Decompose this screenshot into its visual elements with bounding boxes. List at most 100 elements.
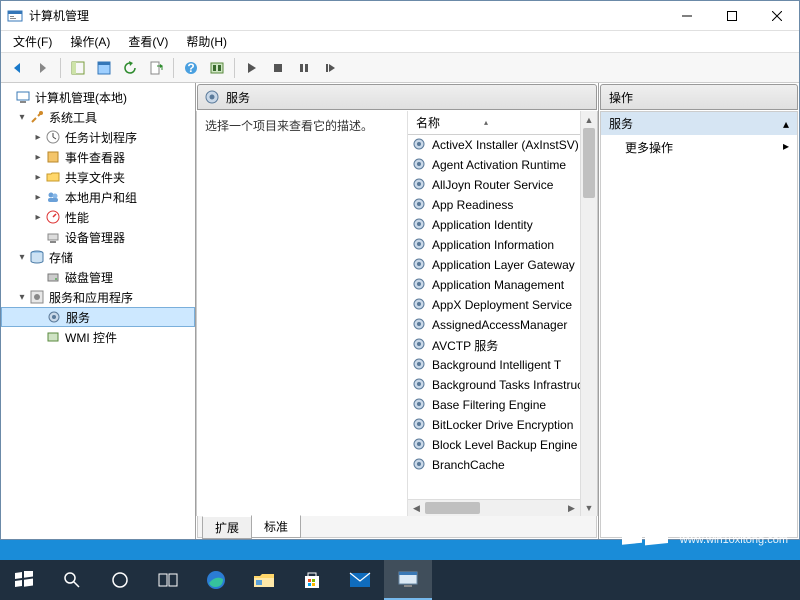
- refresh-button[interactable]: [118, 56, 142, 80]
- service-row[interactable]: Background Intelligent T: [408, 355, 580, 375]
- service-name: AssignedAccessManager: [432, 318, 567, 332]
- vertical-scrollbar[interactable]: ▲ ▼: [580, 111, 597, 516]
- chevron-right-icon[interactable]: ▸: [31, 152, 45, 163]
- column-name[interactable]: 名称 ▴: [408, 114, 496, 131]
- tree-root[interactable]: 计算机管理(本地): [1, 87, 195, 107]
- service-row[interactable]: AppX Deployment Service: [408, 295, 580, 315]
- tree-group-system-tools[interactable]: ▾ 系统工具: [1, 107, 195, 127]
- taskbar-explorer[interactable]: [240, 560, 288, 600]
- gear-icon: [412, 437, 428, 453]
- menu-view[interactable]: 查看(V): [120, 31, 176, 52]
- menu-file[interactable]: 文件(F): [5, 31, 60, 52]
- show-hide-tree-button[interactable]: [66, 56, 90, 80]
- tree-label: 存储: [49, 249, 73, 266]
- tree-item-local-users[interactable]: ▸本地用户和组: [1, 187, 195, 207]
- chevron-down-icon[interactable]: ▾: [15, 112, 29, 123]
- service-row[interactable]: AssignedAccessManager: [408, 315, 580, 335]
- app-window: 计算机管理 文件(F) 操作(A) 查看(V) 帮助(H) ?: [0, 0, 800, 540]
- taskbar-mail[interactable]: [336, 560, 384, 600]
- scroll-down-icon[interactable]: ▼: [581, 499, 597, 516]
- chevron-down-icon[interactable]: ▾: [15, 292, 29, 303]
- scroll-thumb[interactable]: [425, 502, 480, 514]
- start-menu-button[interactable]: [0, 560, 48, 600]
- tree-group-storage[interactable]: ▾ 存储: [1, 247, 195, 267]
- tab-standard[interactable]: 标准: [251, 515, 301, 538]
- console-button[interactable]: [205, 56, 229, 80]
- window-title: 计算机管理: [29, 7, 664, 24]
- action-more[interactable]: 更多操作 ▸: [601, 135, 797, 160]
- taskbar-mmc[interactable]: [384, 560, 432, 600]
- service-row[interactable]: BranchCache: [408, 455, 580, 475]
- list-body[interactable]: ActiveX Installer (AxInstSV)Agent Activa…: [408, 135, 580, 499]
- gear-icon: [412, 357, 428, 373]
- service-row[interactable]: Application Information: [408, 235, 580, 255]
- chevron-right-icon[interactable]: ▸: [31, 132, 45, 143]
- tab-extended[interactable]: 扩展: [202, 516, 252, 539]
- clock-icon: [45, 129, 61, 145]
- horizontal-scrollbar[interactable]: ◀ ▶: [408, 499, 580, 516]
- taskbar-store[interactable]: [288, 560, 336, 600]
- tree-item-task-scheduler[interactable]: ▸任务计划程序: [1, 127, 195, 147]
- taskbar-edge[interactable]: [192, 560, 240, 600]
- service-row[interactable]: App Readiness: [408, 195, 580, 215]
- service-row[interactable]: AVCTP 服务: [408, 335, 580, 355]
- scroll-track[interactable]: [425, 500, 563, 516]
- stop-button[interactable]: [266, 56, 290, 80]
- service-name: Base Filtering Engine: [432, 398, 546, 412]
- help-button[interactable]: ?: [179, 56, 203, 80]
- start-button[interactable]: [240, 56, 264, 80]
- back-button[interactable]: [5, 56, 29, 80]
- close-button[interactable]: [754, 1, 799, 31]
- search-button[interactable]: [48, 560, 96, 600]
- tree-item-event-viewer[interactable]: ▸事件查看器: [1, 147, 195, 167]
- restart-button[interactable]: [318, 56, 342, 80]
- service-row[interactable]: Background Tasks Infrastructure: [408, 375, 580, 395]
- chevron-right-icon[interactable]: ▸: [31, 172, 45, 183]
- tree-item-wmi[interactable]: WMI 控件: [1, 327, 195, 347]
- tree-item-performance[interactable]: ▸性能: [1, 207, 195, 227]
- service-row[interactable]: Application Management: [408, 275, 580, 295]
- service-list-inner: 名称 ▴ ActiveX Installer (AxInstSV)Agent A…: [408, 111, 580, 516]
- service-row[interactable]: BitLocker Drive Encryption: [408, 415, 580, 435]
- service-row[interactable]: Agent Activation Runtime: [408, 155, 580, 175]
- pause-button[interactable]: [292, 56, 316, 80]
- cortana-button[interactable]: [96, 560, 144, 600]
- service-row[interactable]: ActiveX Installer (AxInstSV): [408, 135, 580, 155]
- body: 计算机管理(本地) ▾ 系统工具 ▸任务计划程序 ▸事件查看器 ▸共享文件夹 ▸…: [1, 83, 799, 539]
- task-view-button[interactable]: [144, 560, 192, 600]
- tree-pane[interactable]: 计算机管理(本地) ▾ 系统工具 ▸任务计划程序 ▸事件查看器 ▸共享文件夹 ▸…: [1, 83, 196, 539]
- actions-section-label: 服务: [609, 115, 633, 132]
- export-button[interactable]: [144, 56, 168, 80]
- chevron-right-icon[interactable]: ▸: [31, 212, 45, 223]
- service-name: App Readiness: [432, 198, 513, 212]
- chevron-down-icon[interactable]: ▾: [15, 252, 29, 263]
- menubar: 文件(F) 操作(A) 查看(V) 帮助(H): [1, 31, 799, 53]
- folder-icon: [45, 169, 61, 185]
- tree-group-services-apps[interactable]: ▾ 服务和应用程序: [1, 287, 195, 307]
- tree-item-services[interactable]: 服务: [1, 307, 195, 327]
- scroll-thumb[interactable]: [583, 128, 595, 198]
- service-row[interactable]: Application Layer Gateway: [408, 255, 580, 275]
- actions-section[interactable]: 服务 ▴: [601, 112, 797, 135]
- tree-item-shared-folders[interactable]: ▸共享文件夹: [1, 167, 195, 187]
- forward-button[interactable]: [31, 56, 55, 80]
- maximize-button[interactable]: [709, 1, 754, 31]
- scroll-left-icon[interactable]: ◀: [408, 503, 425, 514]
- properties-button[interactable]: [92, 56, 116, 80]
- gear-icon: [412, 377, 428, 393]
- gear-icon: [412, 397, 428, 413]
- service-row[interactable]: Block Level Backup Engine: [408, 435, 580, 455]
- window-buttons: [664, 1, 799, 31]
- menu-action[interactable]: 操作(A): [62, 31, 118, 52]
- menu-help[interactable]: 帮助(H): [178, 31, 235, 52]
- service-row[interactable]: Application Identity: [408, 215, 580, 235]
- minimize-button[interactable]: [664, 1, 709, 31]
- gear-icon: [46, 309, 62, 325]
- tree-item-device-manager[interactable]: 设备管理器: [1, 227, 195, 247]
- chevron-right-icon[interactable]: ▸: [31, 192, 45, 203]
- scroll-right-icon[interactable]: ▶: [563, 503, 580, 514]
- service-row[interactable]: AllJoyn Router Service: [408, 175, 580, 195]
- service-row[interactable]: Base Filtering Engine: [408, 395, 580, 415]
- tree-item-disk-management[interactable]: 磁盘管理: [1, 267, 195, 287]
- scroll-up-icon[interactable]: ▲: [581, 111, 597, 128]
